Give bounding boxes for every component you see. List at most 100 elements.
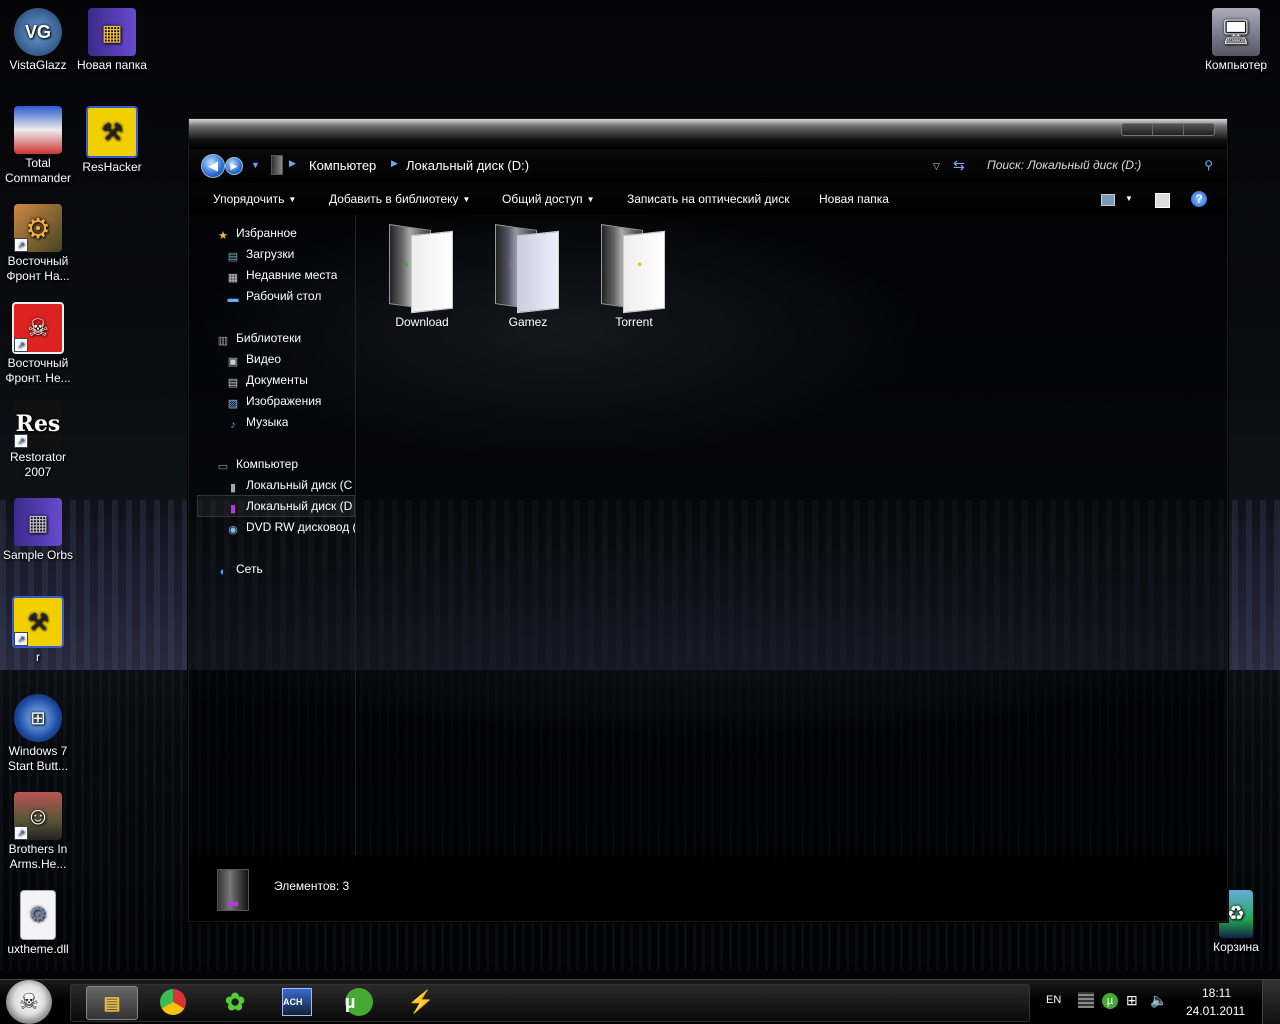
volume-icon[interactable]: 🔈 [1150,992,1167,1009]
breadcrumb-separator-icon[interactable]: ▶ [289,158,296,169]
folder-icon: ▦ [14,498,62,546]
desktop-icon-label: VistaGlazz [9,58,67,72]
downloads-icon: ▤ [227,251,239,263]
show-desktop-button[interactable] [1262,980,1280,1024]
shortcut-arrow-icon: ↗ [14,338,28,352]
libraries-icon: ▥ [217,335,229,347]
desktop-icon-label: Brothers In Arms.He... [8,842,68,871]
forward-arrow-icon[interactable]: ▶ [225,157,243,175]
breadcrumb-disk-d[interactable]: Локальный диск (D:) [406,158,529,173]
desktop-icon-new-folder[interactable]: ▦ Новая папка [74,8,150,73]
desktop-icon-label: r [36,650,40,664]
breadcrumb-separator-icon[interactable]: ▶ [391,158,398,169]
nav-documents[interactable]: ▤ Документы [225,373,308,390]
icq-flower-icon: ✿ [224,988,246,1016]
drive-large-icon [217,869,249,911]
burn-button[interactable]: Записать на оптический диск [627,192,790,206]
address-history-chevron-icon[interactable]: ▽ [933,161,940,172]
taskbar-pin-explorer[interactable]: ▤ [86,986,138,1020]
change-view-icon[interactable] [1101,194,1115,206]
window-title-bar[interactable] [189,119,1227,149]
chevron-down-icon: ▼ [586,195,595,204]
explorer-window[interactable]: ◀ ▶ ▼ ▶ Компьютер ▶ Локальный диск (D:) … [188,118,1228,922]
desktop-icon-vistaglazz[interactable]: VG VistaGlazz [0,8,76,73]
refresh-icon[interactable]: ⇆ [953,157,965,174]
hammer-icon: ⚒ ↗ [12,596,64,648]
back-arrow-icon[interactable]: ◀ [201,154,225,178]
skull-icon: ☠ ↗ [12,302,64,354]
nav-computer[interactable]: ▭ Компьютер [215,457,298,474]
gear-icon: ⚙ ↗ [14,204,62,252]
desktop-icon-label: ResHacker [82,160,142,174]
language-indicator[interactable]: EN [1046,994,1061,1006]
new-folder-button[interactable]: Новая папка [819,192,889,206]
clock-time[interactable]: 18:11 [1202,986,1231,1000]
nav-favorites[interactable]: ★ Избранное [215,226,297,243]
hammer-icon: ⚒ [86,106,138,158]
taskbar-pin-winamp[interactable]: ⚡ [396,986,446,1018]
recent-places-icon: ▦ [227,272,239,284]
minimize-button[interactable] [1122,124,1153,135]
winamp-bolt-icon: ⚡ [407,989,435,1014]
nav-downloads[interactable]: ▤ Загрузки [225,247,295,264]
recent-pages-chevron-icon[interactable]: ▼ [251,160,260,170]
folder-item[interactable]: A Gamez [483,223,573,329]
caption-buttons [1121,123,1215,136]
clock-date[interactable]: 24.01.2011 [1186,1004,1245,1018]
start-button[interactable]: ☠ [6,980,52,1024]
item-count: Элементов: 3 [274,879,350,893]
view-options-chevron-icon[interactable]: ▼ [1121,191,1137,207]
breadcrumb-computer[interactable]: Компьютер [309,158,376,173]
taskbar-pin-utorrent[interactable]: µ [334,986,384,1018]
nav-music[interactable]: ♪ Музыка [225,415,288,433]
torrent-badge-icon: ● [637,259,643,269]
shortcut-arrow-icon: ↗ [14,632,28,646]
desktop-icon-uxtheme[interactable]: ⚙ uxtheme.dll [0,890,76,957]
preview-pane-icon[interactable] [1155,193,1170,208]
keyboard-layout-icon[interactable] [1078,992,1094,1008]
close-button[interactable] [1184,124,1214,135]
utorrent-tray-icon[interactable]: µ [1102,993,1118,1009]
taskbar-pin-ach[interactable]: ACH [272,986,322,1018]
desktop-icon-reshacker[interactable]: ⚒ ResHacker [74,106,150,175]
desktop-icon-brothers-in-arms[interactable]: ☺ ↗ Brothers In Arms.He... [0,792,76,872]
desktop-icon-label: Windows 7 Start Butt... [7,744,69,773]
folder-label: Torrent [615,315,653,329]
desktop-icon-computer[interactable]: 🖥 Компьютер [1198,8,1274,73]
taskbar-pin-chrome[interactable] [148,986,198,1018]
network-tray-icon[interactable]: ⊞ [1126,992,1138,1009]
nav-video[interactable]: ▣ Видео [225,352,281,369]
nav-disk-c[interactable]: ▮ Локальный диск (C [225,478,355,495]
video-icon: ▣ [227,356,239,368]
nav-libraries[interactable]: ▥ Библиотеки [215,331,301,348]
add-to-library-button[interactable]: Добавить в библиотеку ▼ [329,192,470,206]
desktop-icon-win7-start[interactable]: ⊞ Windows 7 Start Butt... [0,694,76,774]
organize-button[interactable]: Упорядочить ▼ [213,192,296,206]
nav-dvd[interactable]: ◉ DVD RW дисковод ( [225,520,355,537]
desktop-icon-vostochny-front-ha[interactable]: ⚙ ↗ Восточный Фронт Ha... [0,204,76,284]
taskbar: ☠ ▤ ✿ ACH µ ⚡ EN µ ⊞ 🔈 18:11 24.01.2011 [0,979,1280,1024]
folder-item[interactable]: ● Download [377,223,467,329]
desktop-icon-total-commander[interactable]: Total Commander [0,106,76,186]
nav-recent[interactable]: ▦ Недавние места [225,268,338,285]
desktop-icon-sample-orbs[interactable]: ▦ Sample Orbs [0,498,76,563]
maximize-button[interactable] [1153,124,1184,135]
help-icon[interactable]: ? [1191,191,1207,207]
desktop-icon-vostochny-front-ne[interactable]: ☠ ↗ Восточный Фронт. Не... [0,302,76,386]
folder-item[interactable]: ● Torrent [589,223,679,329]
taskbar-pin-icq[interactable]: ✿ [210,986,260,1018]
nav-disk-d[interactable]: ▮ Локальный диск (D [225,499,355,516]
drive-icon: ▮ [229,482,237,494]
search-input[interactable]: Поиск: Локальный диск (D:) ⚲ [979,154,1219,176]
search-icon[interactable]: ⚲ [1204,154,1213,176]
desktop-icon-restorator[interactable]: Res ↗ Restorator 2007 [0,400,76,480]
dvd-drive-icon: ◉ [228,524,238,536]
details-pane: Элементов: 3 [189,855,1227,921]
restorator-icon: Res ↗ [14,400,62,448]
nav-pictures[interactable]: ▨ Изображения [225,394,322,411]
computer-icon: ▭ [217,461,229,473]
desktop-icon-r[interactable]: ⚒ ↗ r [0,596,76,665]
nav-desktop[interactable]: ▬ Рабочий стол [225,289,322,307]
share-button[interactable]: Общий доступ ▼ [502,192,595,206]
nav-network[interactable]: ◐ Сеть [215,562,263,580]
